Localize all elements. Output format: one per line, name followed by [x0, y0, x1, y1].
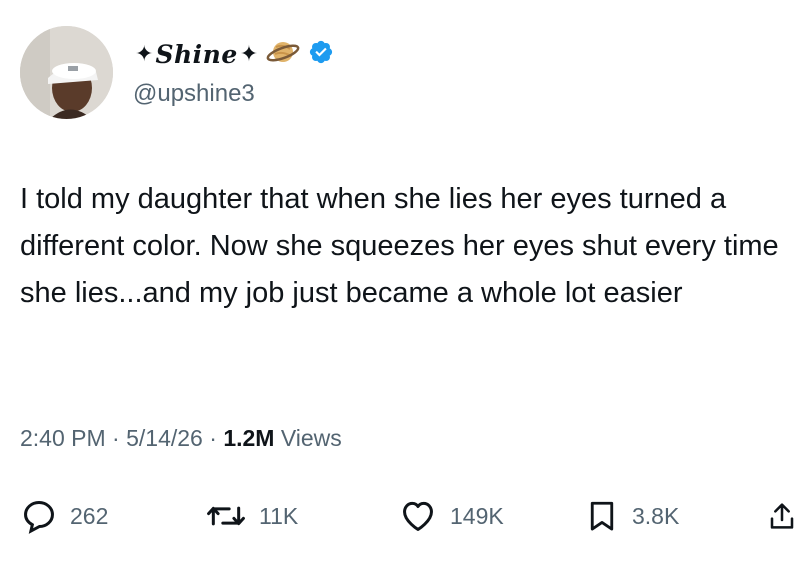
- like-button[interactable]: 149K: [398, 496, 504, 536]
- tweet-date[interactable]: 5/14/26: [126, 425, 203, 451]
- repost-count: 11K: [259, 502, 299, 529]
- like-count: 149K: [450, 502, 504, 529]
- heart-icon: [403, 501, 433, 531]
- display-name[interactable]: Shine: [155, 40, 237, 69]
- bookmark-count: 3.8K: [632, 502, 680, 529]
- author-name-row[interactable]: ✦ Shine ✦: [133, 34, 334, 74]
- verified-badge-icon: [308, 39, 334, 70]
- speech-bubble-icon: [24, 501, 54, 534]
- views-count[interactable]: 1.2M: [223, 425, 274, 451]
- retweet-arrows-icon: [207, 506, 245, 526]
- reply-button[interactable]: 262: [20, 496, 108, 536]
- bookmark-icon: [590, 501, 614, 531]
- share-button[interactable]: [766, 496, 798, 536]
- bookmark-button[interactable]: 3.8K: [584, 496, 679, 536]
- tweet-meta: 2:40 PM · 5/14/26 · 1.2M Views: [20, 425, 342, 452]
- tweet-time[interactable]: 2:40 PM: [20, 425, 106, 451]
- reply-count: 262: [70, 502, 109, 529]
- planet-icon: [266, 35, 300, 74]
- views-label[interactable]: Views: [281, 425, 342, 451]
- meta-separator: ·: [112, 425, 120, 451]
- tweet-text: I told my daughter that when she lies he…: [20, 183, 779, 309]
- repost-button[interactable]: 11K: [205, 496, 298, 536]
- avatar[interactable]: [20, 26, 113, 119]
- share-upload-icon: [770, 503, 794, 529]
- meta-separator: ·: [209, 425, 217, 451]
- sparkle-left-icon: ✦: [135, 41, 154, 66]
- author-handle[interactable]: @upshine3: [133, 80, 255, 108]
- sparkle-right-icon: ✦: [239, 41, 259, 66]
- avatar-photo: [20, 26, 113, 119]
